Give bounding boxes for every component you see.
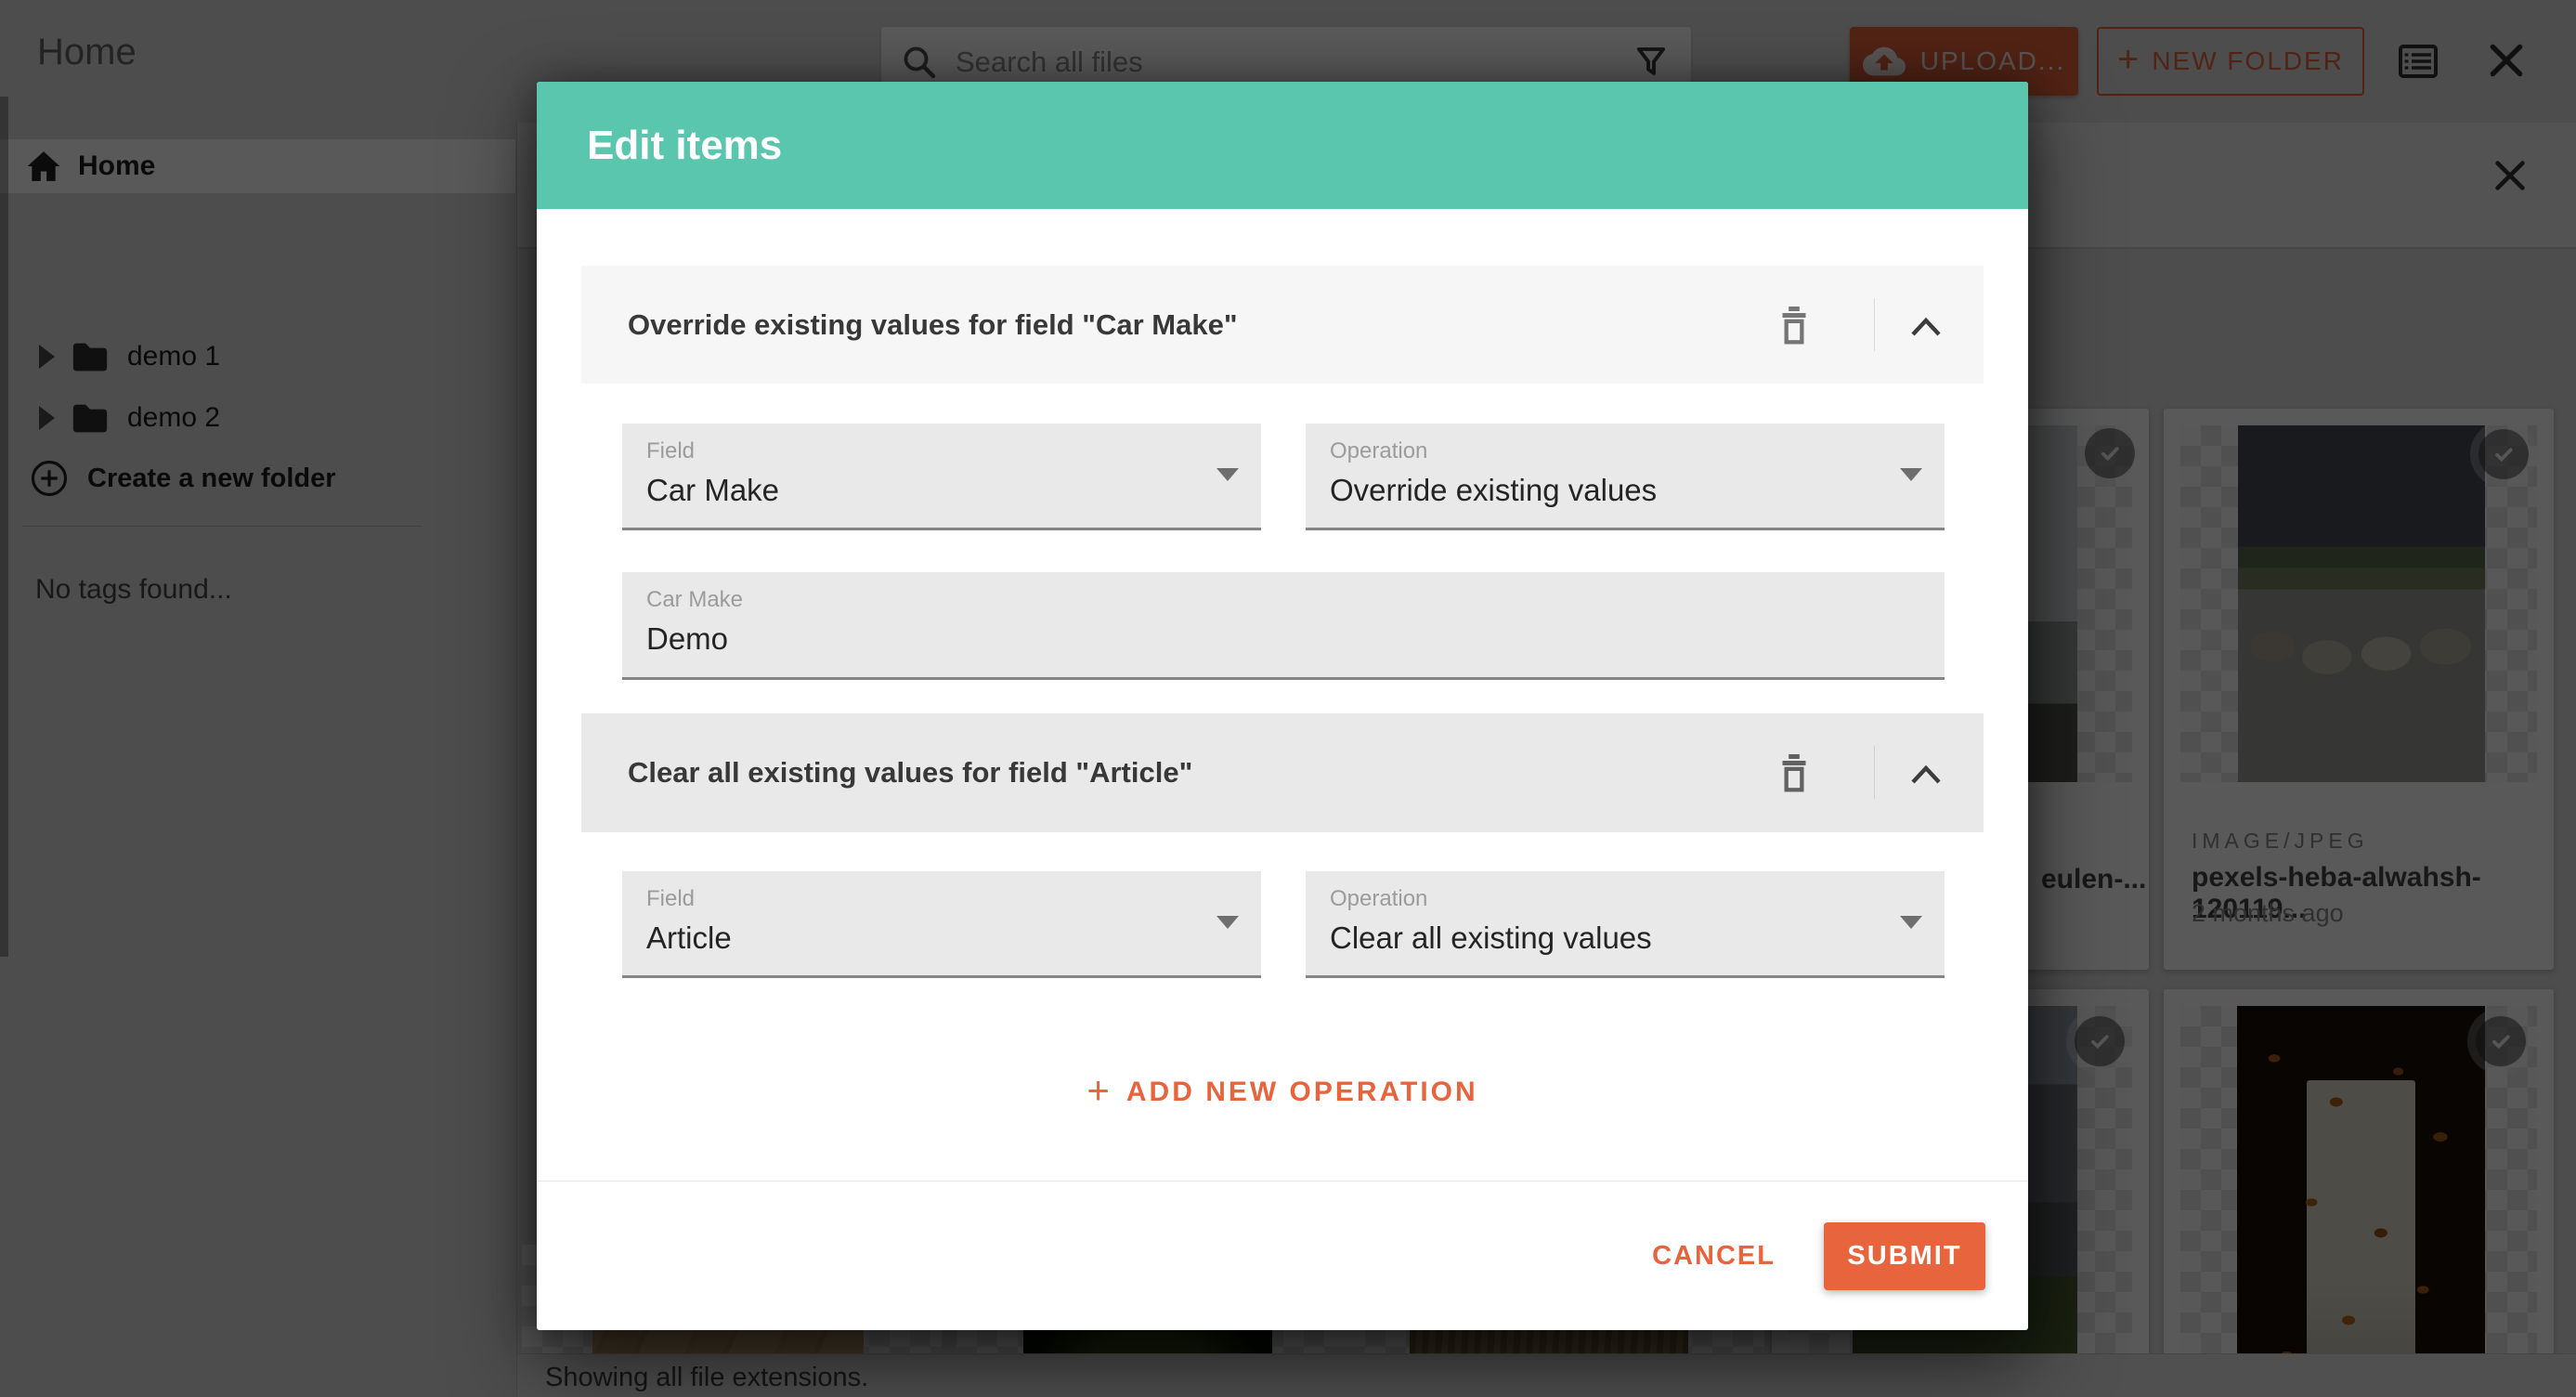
submit-label: SUBMIT [1847,1241,1961,1272]
dialog-footer: CANCEL SUBMIT [537,1182,2028,1330]
operation-section-header: Clear all existing values for field "Art… [581,713,1984,832]
value-input-label: Car Make [646,587,743,613]
add-operation-label: ADD NEW OPERATION [1126,1077,1478,1108]
field-select-value: Article [646,920,732,956]
divider [1874,298,1875,351]
dropdown-arrow-icon [1216,916,1239,929]
delete-operation-icon[interactable] [1776,751,1813,795]
field-select[interactable]: Field Article [622,871,1261,978]
dropdown-arrow-icon [1900,916,1922,929]
operation-select-value: Override existing values [1330,473,1657,508]
field-select-label: Field [646,438,695,464]
dropdown-arrow-icon [1900,468,1922,481]
operation-title: Clear all existing values for field "Art… [628,756,1192,790]
operation-select-value: Clear all existing values [1330,920,1652,956]
value-input-text: Demo [646,621,728,657]
field-select-label: Field [646,886,695,912]
operation-title: Override existing values for field "Car … [628,308,1238,342]
operation-select[interactable]: Operation Override existing values [1306,424,1945,530]
app-screen: Home UPLOAD... + NEW FOLDER [0,0,2576,1397]
add-operation-button[interactable]: + ADD NEW OPERATION [537,1063,2028,1122]
divider [1874,746,1875,799]
edit-items-dialog: Edit items Override existing values for … [537,82,2028,1330]
dialog-header: Edit items [537,82,2028,209]
dropdown-arrow-icon [1216,468,1239,481]
field-select-value: Car Make [646,473,779,508]
operation-select[interactable]: Operation Clear all existing values [1306,871,1945,978]
operation-select-label: Operation [1330,438,1427,464]
value-input[interactable]: Car Make Demo [622,572,1945,680]
delete-operation-icon[interactable] [1776,303,1813,347]
cancel-button[interactable]: CANCEL [1652,1241,1776,1272]
chevron-up-icon[interactable] [1904,757,1948,789]
operation-select-label: Operation [1330,886,1427,912]
submit-button[interactable]: SUBMIT [1824,1222,1985,1290]
scroll-indicator [0,97,8,957]
chevron-up-icon[interactable] [1904,309,1948,341]
field-select[interactable]: Field Car Make [622,424,1261,530]
plus-icon: + [1086,1068,1110,1113]
operation-section-header: Override existing values for field "Car … [581,266,1984,384]
dialog-title: Edit items [587,123,782,169]
